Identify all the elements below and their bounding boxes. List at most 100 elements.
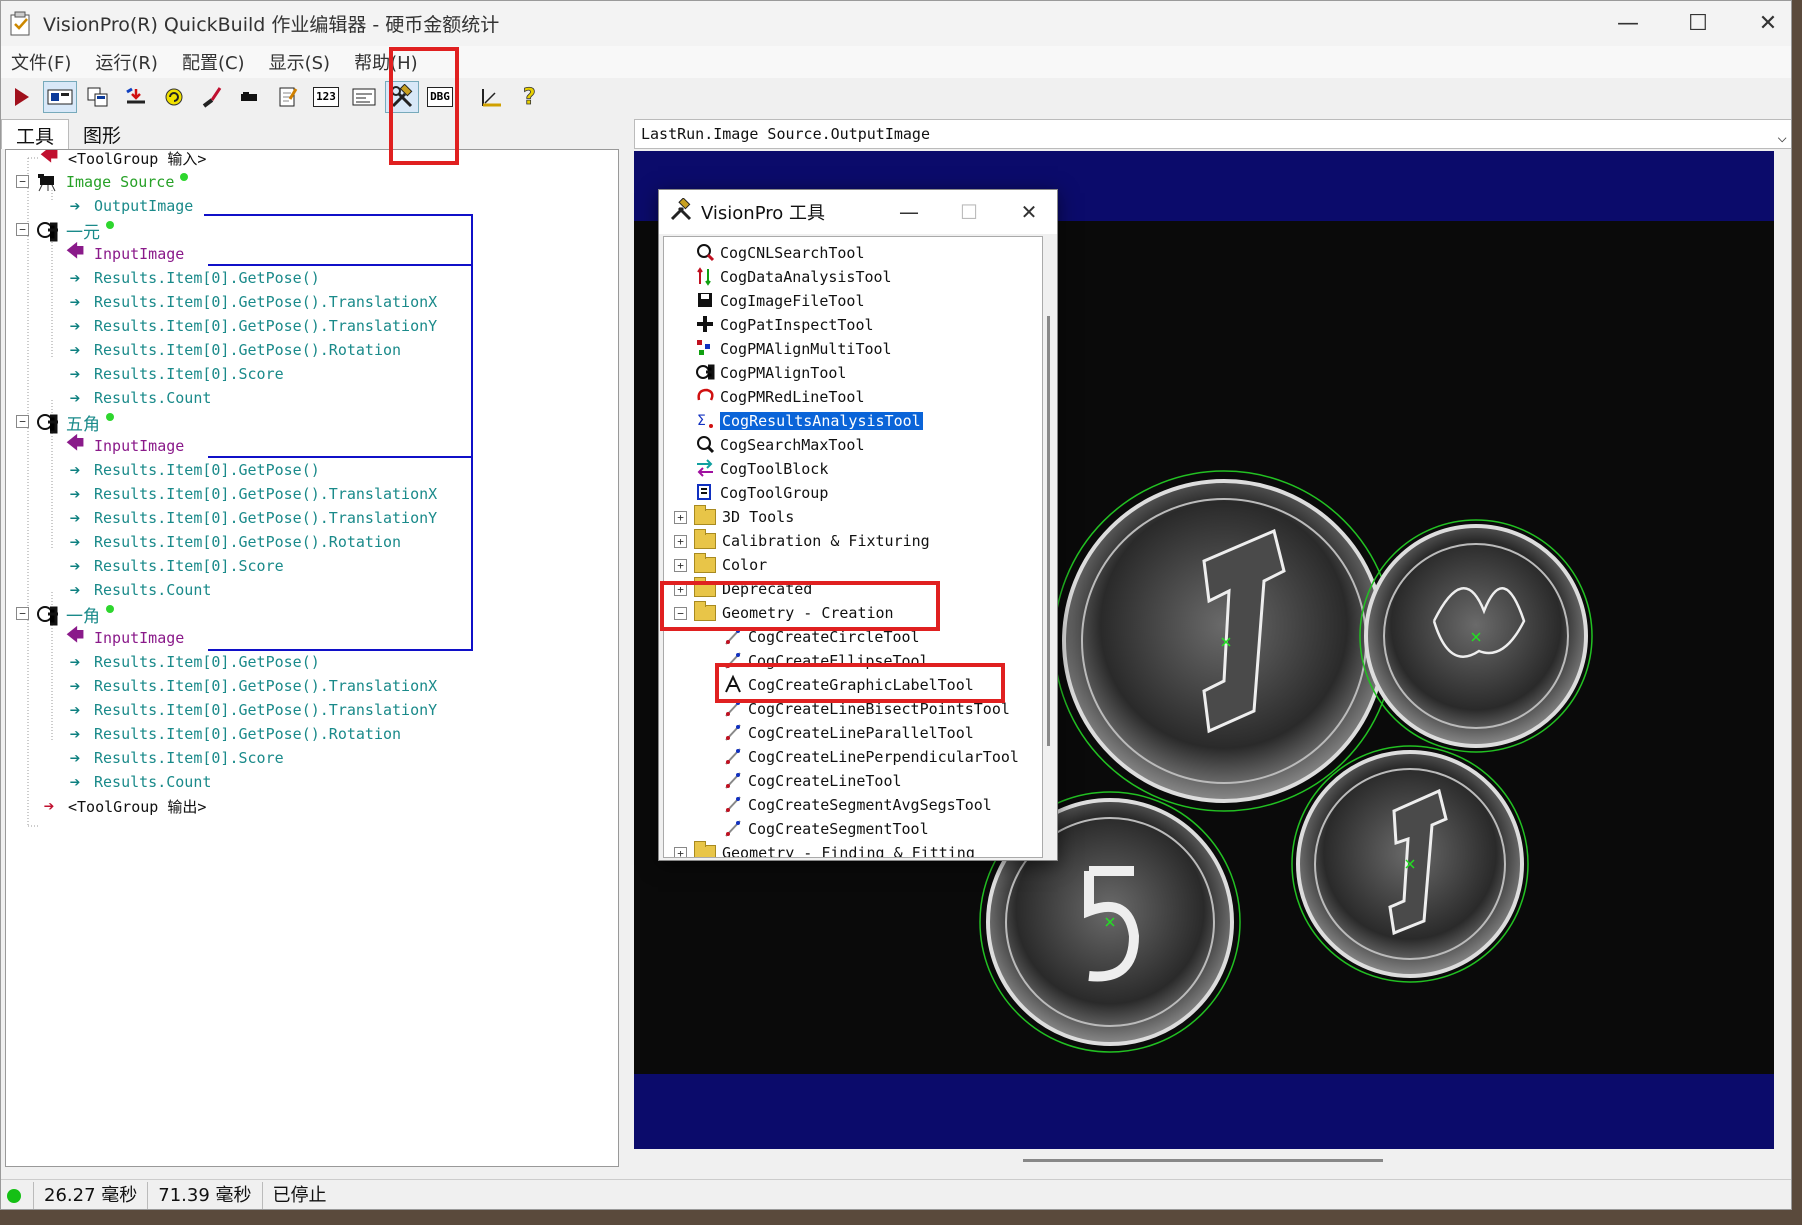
ruler-icon[interactable]	[475, 81, 509, 113]
tool-list-item[interactable]: CogDataAnalysisTool	[694, 265, 892, 289]
tool-folder[interactable]: Color	[694, 553, 767, 577]
status-bar: 26.27 毫秒 71.39 毫秒 已停止	[1, 1179, 1791, 1209]
output-arrow-icon: ➔	[69, 507, 81, 529]
tool-list-item[interactable]: CogToolGroup	[694, 481, 828, 505]
menu-run[interactable]: 运行(R)	[85, 49, 168, 75]
tool-folder[interactable]: Geometry - Finding & Fitting	[694, 841, 975, 857]
tool-list-scroll-thumb[interactable]	[1047, 316, 1050, 746]
help-icon[interactable]: ?	[513, 81, 547, 113]
display-icon[interactable]	[43, 81, 77, 113]
record-icon[interactable]	[233, 81, 267, 113]
tools-icon	[669, 197, 693, 226]
tool-list-item[interactable]: Σ CogResultsAnalysisTool	[694, 409, 923, 433]
maximize-button[interactable]: ☐	[1663, 1, 1733, 46]
tree-node-input-image[interactable]: 🡄 InputImage	[62, 625, 185, 650]
tree-node-result[interactable]: ➔ Results.Count	[62, 578, 212, 602]
tree-node-result[interactable]: ➔ Results.Item[0].GetPose().TranslationX	[62, 482, 438, 506]
number-icon[interactable]: 123	[309, 81, 343, 113]
tree-node-result[interactable]: ➔ Results.Item[0].GetPose().TranslationY	[62, 506, 438, 530]
tree-node-result[interactable]: ➔ Results.Item[0].GetPose()	[62, 266, 320, 290]
camera-icon	[36, 172, 60, 192]
expand-tool-1-icon[interactable]: −	[16, 415, 29, 428]
dialog-minimize-button[interactable]: —	[879, 190, 939, 234]
tool-list-item[interactable]: CogPMRedLineTool	[694, 385, 865, 409]
input-image-label: InputImage	[94, 629, 185, 647]
tool-list-item-label: CogResultsAnalysisTool	[720, 412, 923, 430]
tree-node-result[interactable]: ➔ Results.Item[0].GetPose().Rotation	[62, 530, 401, 554]
tree-node-toolgroup-output[interactable]: ➔ <ToolGroup 输出>	[36, 794, 207, 818]
horizontal-scrollbar-thumb[interactable]	[1023, 1159, 1383, 1162]
expand-folder-icon[interactable]: +	[674, 535, 687, 548]
close-button[interactable]: ✕	[1733, 1, 1791, 46]
geometry-tool-label: CogCreateLineTool	[748, 772, 902, 790]
windows-icon[interactable]	[81, 81, 115, 113]
tool-list-item[interactable]: CogImageFileTool	[694, 289, 865, 313]
tree-node-toolgroup-input[interactable]: 🡄 <ToolGroup 输入>	[36, 150, 207, 170]
expand-folder-icon[interactable]: +	[674, 511, 687, 524]
geometry-tool-item[interactable]: CogCreateLinePerpendicularTool	[722, 745, 1019, 769]
output-arrow-icon: ➔	[69, 747, 81, 769]
tree-node-result[interactable]: ➔ Results.Item[0].Score	[62, 746, 284, 770]
tree-node-image-source[interactable]: Image Source	[36, 170, 189, 194]
draw-icon[interactable]	[195, 81, 229, 113]
tab-tools[interactable]: 工具	[1, 119, 70, 149]
dialog-maximize-button[interactable]: ☐	[939, 190, 999, 234]
expand-folder-icon[interactable]: +	[674, 559, 687, 572]
menu-display[interactable]: 显示(S)	[259, 49, 340, 75]
minimize-button[interactable]: —	[1593, 1, 1663, 46]
tree-node-result[interactable]: ➔ Results.Item[0].GetPose().TranslationX	[62, 674, 438, 698]
tool-list-item[interactable]: CogPMAlignMultiTool	[694, 337, 892, 361]
chevron-down-icon[interactable]: ⌵	[1777, 123, 1787, 151]
tool-list[interactable]: CogCNLSearchTool CogDataAnalysisTool CogIm…	[663, 236, 1043, 858]
tree-node-result[interactable]: ➔ Results.Item[0].GetPose().Rotation	[62, 338, 401, 362]
image-source-select[interactable]: LastRun.Image Source.OutputImage ⌵	[634, 119, 1791, 151]
result-terminal-label: Results.Item[0].Score	[94, 749, 284, 767]
expand-tool-2-icon[interactable]: −	[16, 607, 29, 620]
tool-list-scrollbar[interactable]	[1043, 236, 1055, 858]
tree-node-result[interactable]: ➔ Results.Count	[62, 770, 212, 794]
form-icon[interactable]	[347, 81, 381, 113]
tree-node-result[interactable]: ➔ Results.Item[0].GetPose()	[62, 458, 320, 482]
folder-icon	[694, 529, 716, 549]
geometry-tool-item[interactable]: CogCreateLineTool	[722, 769, 902, 793]
tool-tree-panel[interactable]: 🡄 <ToolGroup 输入> − Image Source ➔ OutputImage…	[5, 149, 619, 1167]
geometry-tool-item[interactable]: CogCreateLineParallelTool	[722, 721, 974, 745]
tool-list-item[interactable]: CogPatInspectTool	[694, 313, 874, 337]
expand-folder-icon[interactable]: +	[674, 847, 687, 857]
tree-node-result[interactable]: ➔ Results.Item[0].GetPose().TranslationY	[62, 698, 438, 722]
dialog-close-button[interactable]: ✕	[999, 190, 1059, 234]
tree-node-result[interactable]: ➔ Results.Item[0].GetPose()	[62, 650, 320, 674]
output-arrow-icon: ➔	[69, 195, 81, 217]
refresh-icon[interactable]	[157, 81, 191, 113]
tool-folder[interactable]: 3D Tools	[694, 505, 794, 529]
tree-node-result[interactable]: ➔ Results.Item[0].GetPose().TranslationX	[62, 290, 438, 314]
tool-folder[interactable]: Calibration & Fixturing	[694, 529, 930, 553]
tree-node-input-image[interactable]: 🡄 InputImage	[62, 241, 185, 266]
tree-node-input-image[interactable]: 🡄 InputImage	[62, 433, 185, 458]
window-scrollbar[interactable]	[1783, 151, 1791, 1151]
reset-icon[interactable]	[119, 81, 153, 113]
menu-config[interactable]: 配置(C)	[172, 49, 255, 75]
tree-node-result[interactable]: ➔ Results.Item[0].GetPose().Rotation	[62, 722, 401, 746]
status-dot	[106, 413, 114, 421]
run-icon[interactable]	[5, 81, 39, 113]
menu-file[interactable]: 文件(F)	[1, 49, 81, 75]
expand-tool-0-icon[interactable]: −	[16, 223, 29, 236]
edit-icon[interactable]	[271, 81, 305, 113]
highlight-geometry-folder	[660, 581, 940, 631]
tool-folder-label: Calibration & Fixturing	[722, 532, 930, 550]
tool-list-item[interactable]: CogSearchMaxTool	[694, 433, 865, 457]
tree-node-output-image[interactable]: ➔ OutputImage	[62, 194, 194, 218]
geometry-tool-item[interactable]: CogCreateSegmentAvgSegsTool	[722, 793, 992, 817]
expand-image-source-icon[interactable]: −	[16, 175, 29, 188]
tab-graphics[interactable]: 图形	[69, 119, 135, 149]
tool-list-item[interactable]: CogPMAlignTool	[694, 361, 846, 385]
tool-list-item[interactable]: CogCNLSearchTool	[694, 241, 865, 265]
tool-list-item-label: CogPMRedLineTool	[720, 388, 865, 406]
tree-node-result[interactable]: ➔ Results.Item[0].Score	[62, 554, 284, 578]
tool-list-item[interactable]: CogToolBlock	[694, 457, 828, 481]
tree-node-result[interactable]: ➔ Results.Count	[62, 386, 212, 410]
tree-node-result[interactable]: ➔ Results.Item[0].Score	[62, 362, 284, 386]
tree-node-result[interactable]: ➔ Results.Item[0].GetPose().TranslationY	[62, 314, 438, 338]
geometry-tool-item[interactable]: CogCreateSegmentTool	[722, 817, 929, 841]
